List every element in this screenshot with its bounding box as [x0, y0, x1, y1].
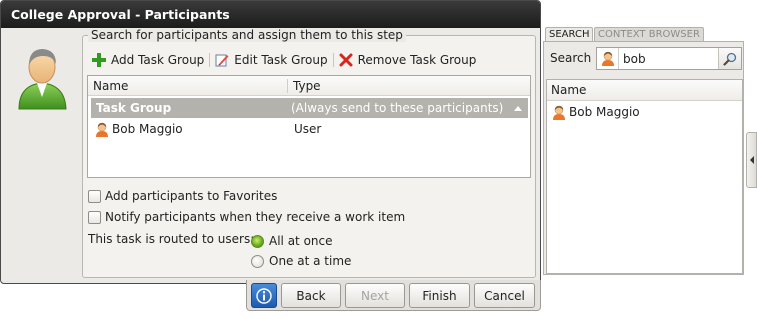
routing-label: This task is routed to users: [88, 232, 255, 246]
info-button[interactable] [251, 283, 277, 308]
all-at-once-label: All at once [269, 234, 333, 248]
remove-task-group-label: Remove Task Group [357, 53, 477, 67]
dialog-title-bar: College Approval - Participants [1, 1, 540, 28]
column-header-name[interactable]: Name [88, 78, 288, 93]
user-type-selector[interactable] [597, 48, 619, 69]
add-icon [92, 53, 106, 67]
dialog-title: College Approval - Participants [11, 7, 230, 22]
finish-button[interactable]: Finish [409, 283, 470, 308]
remove-icon [339, 53, 353, 67]
favorites-checkbox[interactable] [88, 189, 101, 203]
add-task-group-button[interactable]: Add Task Group [87, 49, 209, 71]
task-group-toolbar: Add Task Group Edit Task Group Remove Ta… [87, 49, 531, 71]
remove-task-group-button[interactable]: Remove Task Group [334, 49, 482, 71]
user-icon [96, 122, 108, 137]
edit-icon [215, 54, 229, 67]
collapse-arrow-icon[interactable] [514, 105, 522, 111]
routing-option-one-at-a-time[interactable]: One at a time [251, 254, 351, 268]
edit-task-group-button[interactable]: Edit Task Group [210, 49, 332, 71]
column-header-type[interactable]: Type [288, 79, 321, 93]
next-button[interactable]: Next [345, 283, 405, 308]
user-avatar-icon [18, 49, 67, 110]
info-icon [256, 287, 272, 304]
task-group-name: Task Group [96, 101, 172, 115]
list-item[interactable]: Bob Maggio [547, 101, 742, 123]
task-group-row[interactable]: Task Group (Always send to these partici… [91, 98, 528, 118]
favorites-label: Add participants to Favorites [105, 189, 278, 203]
search-results: Name Bob Maggio [546, 79, 743, 274]
notify-checkbox[interactable] [88, 210, 101, 224]
favorites-option[interactable]: Add participants to Favorites [88, 189, 277, 203]
one-at-a-time-label: One at a time [269, 254, 352, 268]
tab-search[interactable]: SEARCH [545, 27, 594, 42]
result-name: Bob Maggio [569, 105, 640, 119]
user-icon [601, 51, 614, 66]
back-button[interactable]: Back [281, 283, 341, 308]
participant-name: Bob Maggio [112, 122, 183, 136]
all-at-once-radio[interactable] [251, 234, 264, 248]
notify-label: Notify participants when they receive a … [105, 210, 406, 224]
search-box [596, 47, 742, 70]
routing-option-all-at-once[interactable]: All at once [251, 234, 333, 248]
task-group-type: (Always send to these participants) [291, 101, 504, 115]
search-label: Search [550, 51, 592, 65]
search-icon [723, 52, 737, 66]
grid-header: Name Type [88, 76, 530, 96]
participants-legend: Search for participants and assign them … [88, 28, 406, 42]
participant-name-cell: Bob Maggio [91, 122, 291, 137]
collapse-panel-handle[interactable] [746, 132, 757, 188]
dialog-footer: Back Next Finish Cancel [246, 280, 541, 311]
tab-context-browser[interactable]: CONTEXT BROWSER [594, 27, 704, 42]
cancel-button[interactable]: Cancel [474, 283, 535, 308]
user-icon [553, 105, 565, 120]
search-button[interactable] [718, 48, 741, 69]
edit-task-group-label: Edit Task Group [234, 53, 328, 67]
notify-option[interactable]: Notify participants when they receive a … [88, 210, 405, 224]
results-column-header[interactable]: Name [547, 80, 742, 101]
one-at-a-time-radio[interactable] [251, 254, 264, 268]
table-row[interactable]: Bob Maggio User [91, 119, 528, 139]
participant-type: User [294, 122, 322, 136]
participants-grid: Name Type Task Group (Always send to the… [87, 75, 531, 178]
search-input[interactable] [619, 51, 715, 66]
add-task-group-label: Add Task Group [111, 53, 205, 67]
chevron-left-icon [749, 156, 754, 164]
